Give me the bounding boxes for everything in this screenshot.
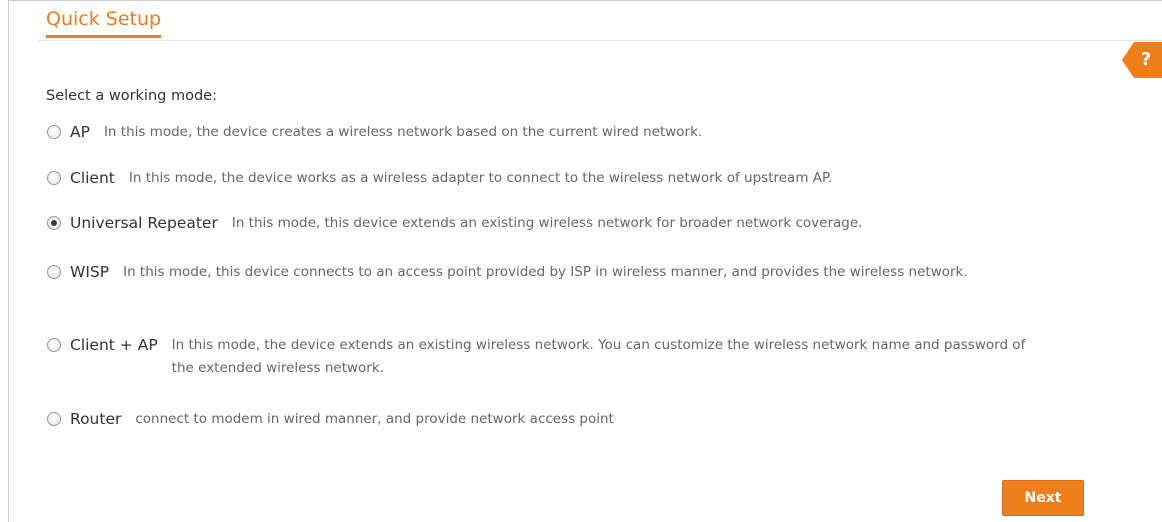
radio-wisp[interactable] — [47, 265, 61, 279]
radio-ap[interactable] — [47, 125, 61, 139]
radio-client-ap[interactable] — [47, 338, 61, 352]
mode-name-universal-repeater: Universal Repeater — [70, 214, 218, 232]
mode-name-wisp: WISP — [70, 263, 110, 281]
mode-desc-client: In this mode, the device works as a wire… — [128, 170, 833, 186]
next-button[interactable]: Next — [1002, 480, 1084, 516]
mode-prompt: Select a working mode: — [46, 88, 217, 104]
mode-name-client-ap: Client + AP — [70, 336, 158, 354]
mode-option-ap[interactable]: AP In this mode, the device creates a wi… — [47, 122, 1004, 144]
mode-option-universal-repeater[interactable]: Universal Repeater In this mode, this de… — [47, 213, 1092, 235]
mode-option-wisp[interactable]: WISP In this mode, this device connects … — [47, 262, 1023, 284]
mode-desc-client-ap: In this mode, the device extends an exis… — [171, 337, 1026, 376]
mode-name-ap: AP — [70, 123, 90, 141]
mode-desc-ap: In this mode, the device creates a wirel… — [103, 124, 703, 140]
mode-desc-wisp: In this mode, this device connects to an… — [123, 264, 968, 280]
header: Quick Setup — [38, 0, 1162, 41]
page-title: Quick Setup — [46, 6, 162, 38]
mode-option-router[interactable]: Router connect to modem in wired manner,… — [47, 409, 1015, 431]
mode-desc-universal-repeater: In this mode, this device extends an exi… — [231, 215, 863, 231]
radio-universal-repeater[interactable] — [47, 216, 61, 230]
radio-router[interactable] — [47, 412, 61, 426]
mode-name-router: Router — [70, 410, 122, 428]
mode-option-client-ap[interactable]: Client + AP In this mode, the device ext… — [47, 335, 1032, 380]
mode-desc-router: connect to modem in wired manner, and pr… — [135, 411, 614, 427]
radio-client[interactable] — [47, 171, 61, 185]
mode-option-client[interactable]: Client In this mode, the device works as… — [47, 168, 1029, 190]
mode-name-client: Client — [70, 169, 115, 187]
